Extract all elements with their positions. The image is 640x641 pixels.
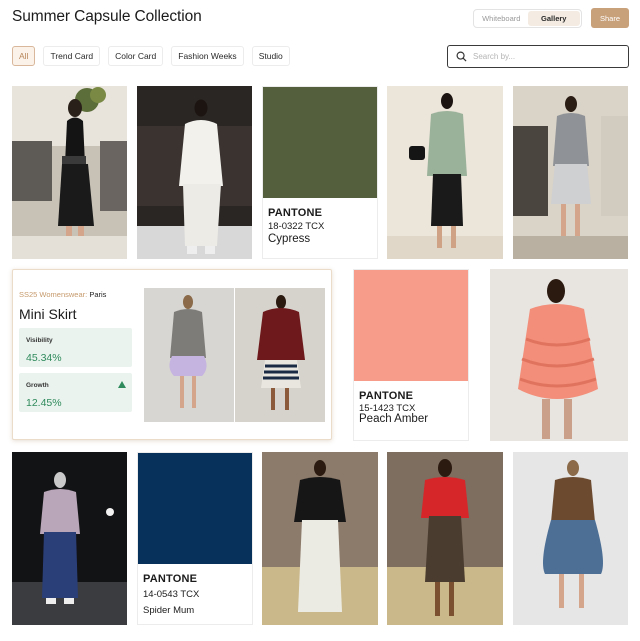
filter-color-card[interactable]: Color Card [108,46,164,66]
filter-trend-card[interactable]: Trend Card [43,46,101,66]
trend-card[interactable]: SS25 Womenswear: Paris Mini Skirt Visibi… [12,269,332,440]
filter-fashion-weeks[interactable]: Fashion Weeks [171,46,244,66]
trend-photo[interactable] [144,288,234,422]
trend-season: SS25 Womenswear: Paris [19,290,107,299]
pantone-color-name: Cypress [268,233,311,245]
color-swatch [263,87,377,198]
runway-photo[interactable] [12,86,127,259]
search-box[interactable] [447,45,629,68]
pantone-label: PANTONE [268,207,323,219]
filter-bar: All Trend Card Color Card Fashion Weeks … [12,46,290,66]
color-card[interactable]: PANTONE 18-0322 TCX Cypress [262,86,378,259]
page-title: Summer Capsule Collection [12,8,202,25]
search-input[interactable] [473,52,623,61]
runway-photo[interactable] [513,86,628,259]
color-card[interactable]: PANTONE 14-0543 TCX Spider Mum [137,452,253,625]
studio-photo[interactable] [490,269,628,441]
filter-studio[interactable]: Studio [251,46,290,66]
trend-title: Mini Skirt [19,306,77,322]
trend-photo[interactable] [235,288,325,422]
metric-label: Growth [26,382,49,389]
studio-photo[interactable] [387,86,503,259]
runway-photo[interactable] [262,452,378,625]
runway-photo[interactable] [12,452,127,625]
studio-photo[interactable] [513,452,628,625]
color-swatch [354,270,468,381]
filter-all[interactable]: All [12,46,36,66]
trend-up-icon [118,381,126,388]
pantone-color-name: Peach Amber [359,413,429,425]
pantone-color-name: Spider Mum [143,605,195,616]
pantone-label: PANTONE [359,390,414,402]
visibility-metric: Visibility 45.34% [19,328,132,367]
view-whiteboard-option[interactable]: Whiteboard [475,11,528,26]
runway-photo[interactable] [137,86,252,259]
color-swatch [138,453,252,564]
growth-metric: Growth 12.45% [19,373,132,412]
pantone-label: PANTONE [143,573,198,585]
view-toggle[interactable]: Whiteboard Gallery [473,9,582,28]
metric-label: Visibility [26,337,53,344]
pantone-code: 14-0543 TCX [143,589,200,600]
pantone-code: 18-0322 TCX [268,221,325,232]
search-icon [456,51,467,62]
color-card[interactable]: PANTONE 15-1423 TCX Peach Amber [353,269,469,441]
share-button[interactable]: Share [591,8,629,28]
metric-value: 45.34% [26,352,62,364]
view-gallery-option[interactable]: Gallery [527,11,580,26]
metric-value: 12.45% [26,397,62,409]
runway-photo[interactable] [387,452,503,625]
